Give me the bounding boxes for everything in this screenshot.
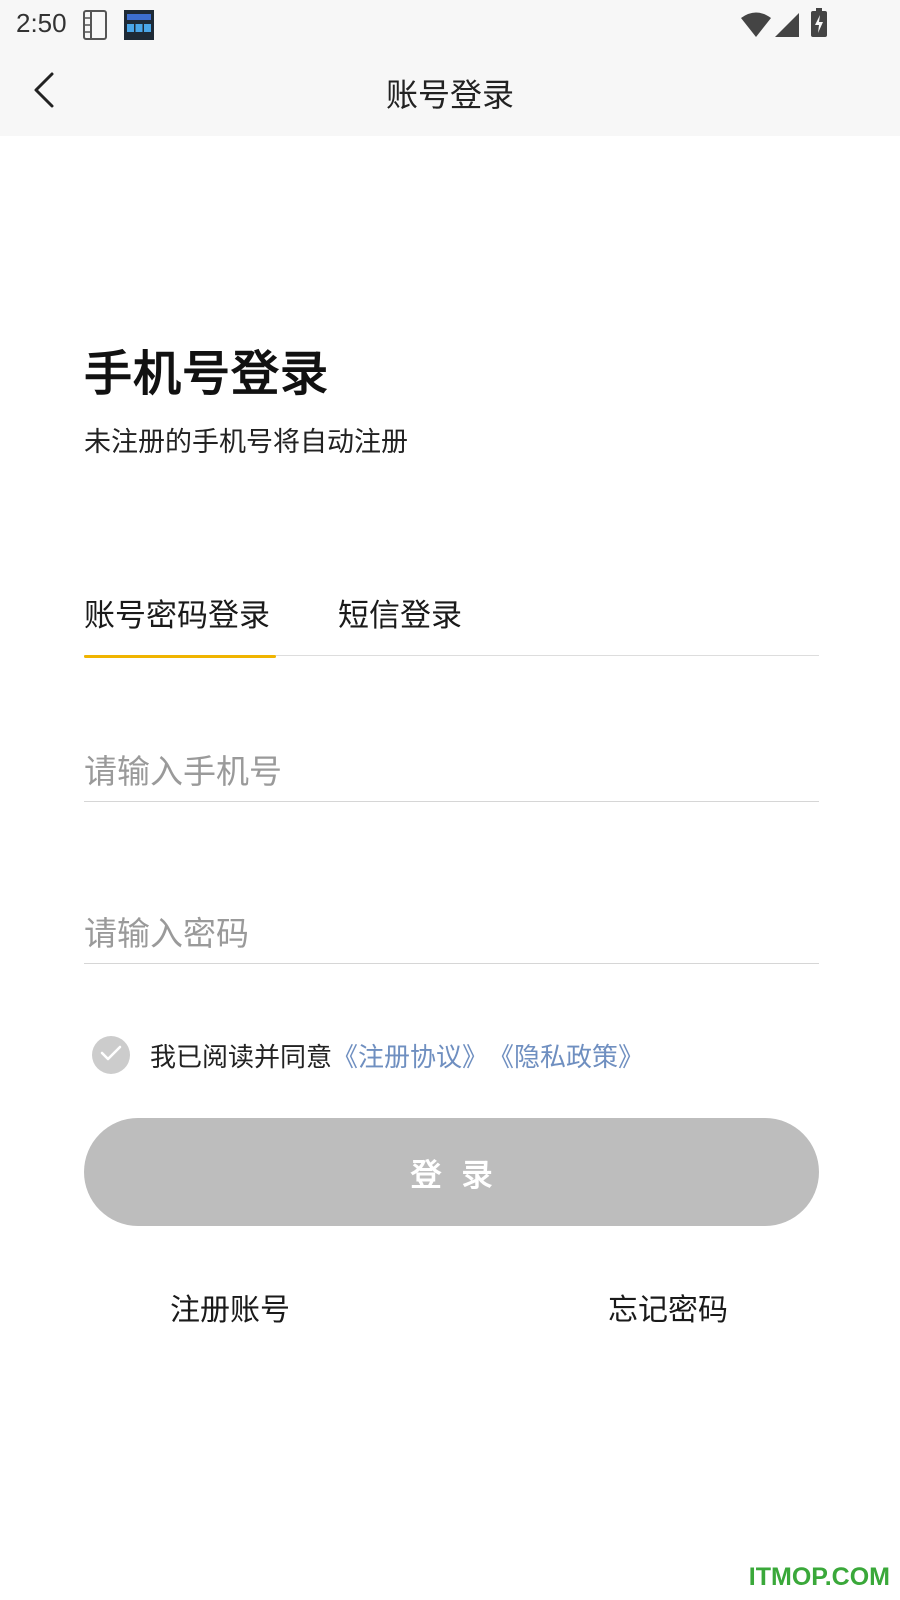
- status-bar: 2:50: [0, 0, 900, 48]
- agreement-row: 我已阅读并同意 《注册协议》 《隐私政策》: [92, 1036, 644, 1074]
- app-notification-icon: [124, 10, 154, 44]
- sim-card-icon: [82, 10, 108, 44]
- tab-password-login[interactable]: 账号密码登录: [84, 590, 276, 658]
- tab-sms-login[interactable]: 短信登录: [338, 590, 462, 656]
- phone-input[interactable]: [84, 742, 819, 802]
- checkmark-icon: [100, 1045, 122, 1065]
- password-input[interactable]: [84, 904, 819, 964]
- cell-signal-icon: [774, 12, 800, 42]
- login-tabs: 账号密码登录 短信登录: [84, 590, 819, 658]
- nav-bar: 账号登录: [0, 48, 900, 136]
- page-headline: 手机号登录: [84, 346, 330, 402]
- battery-charging-icon: [810, 8, 828, 42]
- forgot-password-link[interactable]: 忘记密码: [608, 1285, 728, 1329]
- tab-label: 账号密码登录: [84, 598, 270, 634]
- login-button[interactable]: 登录: [84, 1118, 819, 1226]
- page-subtitle: 未注册的手机号将自动注册: [84, 427, 408, 458]
- register-link[interactable]: 注册账号: [170, 1285, 290, 1329]
- agreement-text: 我已阅读并同意: [150, 1042, 333, 1073]
- nav-title: 账号登录: [385, 76, 514, 114]
- terms-link[interactable]: 《注册协议》: [332, 1037, 488, 1074]
- agree-checkbox[interactable]: [92, 1036, 130, 1074]
- active-tab-indicator: [84, 655, 276, 658]
- watermark-logo: ITMOP.COM: [748, 1563, 890, 1591]
- status-time: 2:50: [16, 8, 67, 38]
- tab-label: 短信登录: [338, 598, 462, 634]
- privacy-link[interactable]: 《隐私政策》: [488, 1037, 644, 1074]
- wifi-icon: [740, 12, 772, 42]
